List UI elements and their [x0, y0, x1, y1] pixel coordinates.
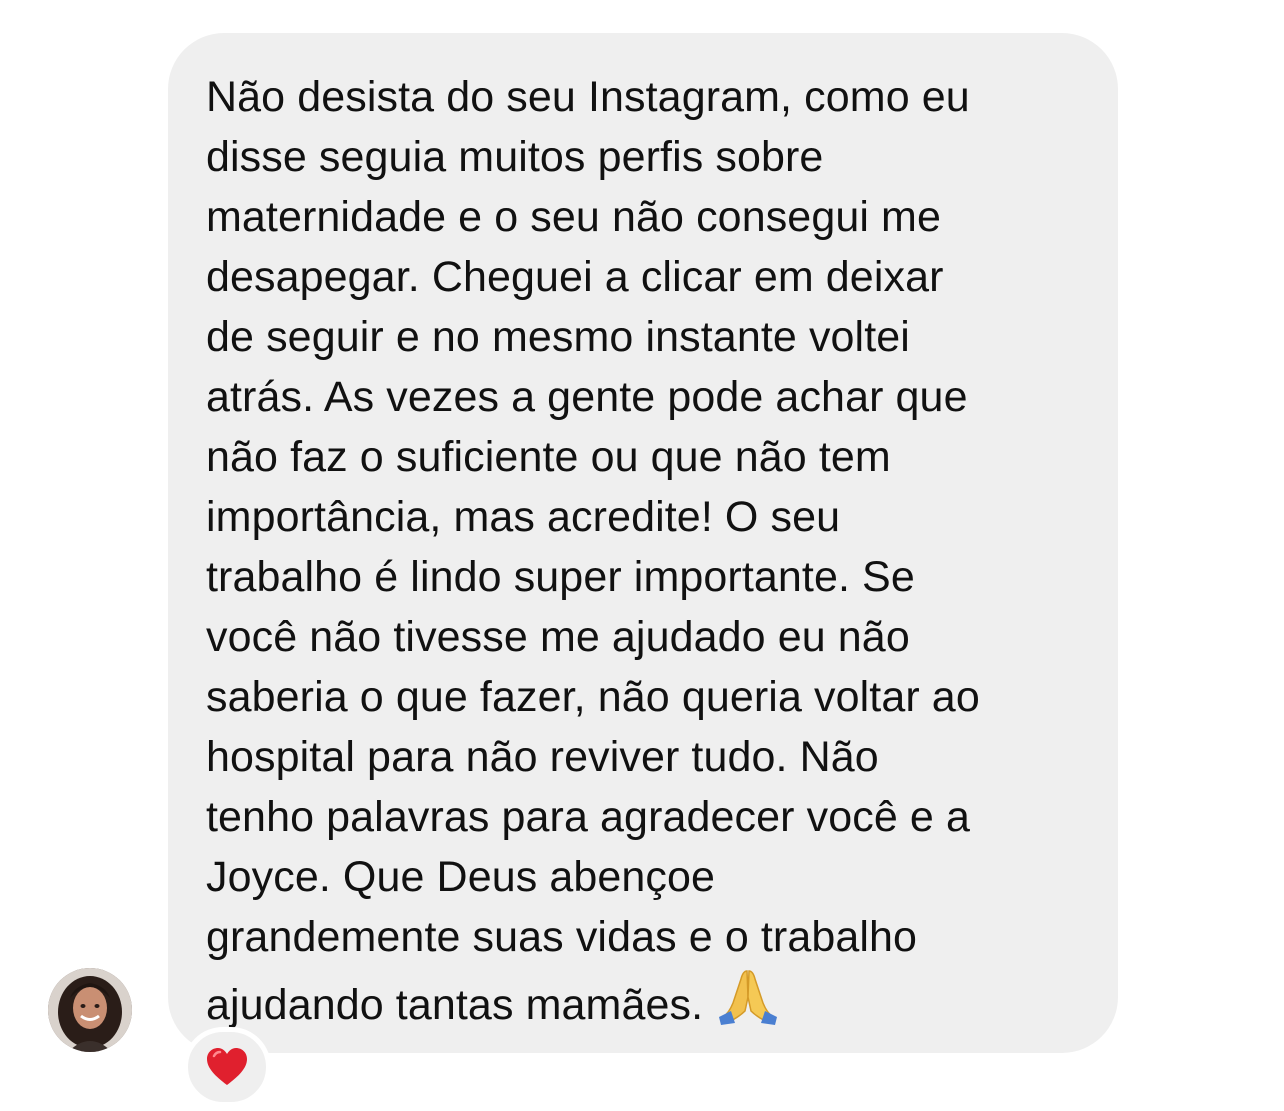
message-line: importância, mas acredite! O seu	[206, 493, 841, 541]
message-line: Joyce. Que Deus abençoe	[206, 853, 716, 901]
message-line: não faz o suficiente ou que não tem	[206, 433, 891, 481]
message-line: maternidade e o seu não consegui me	[206, 193, 941, 241]
message-line: você não tivesse me ajudado eu não	[206, 613, 910, 661]
message-line: saberia o que fazer, não queria voltar a…	[206, 673, 980, 721]
message-line-last: ajudando tantas mamães.	[206, 967, 1082, 1041]
message-line: grandemente suas vidas e o trabalho	[206, 913, 918, 961]
message-line: hospital para não reviver tudo. Não	[206, 733, 879, 781]
avatar-photo	[48, 968, 132, 1052]
message-line: desapegar. Cheguei a clicar em deixar	[206, 253, 944, 301]
message-line-text: ajudando tantas mamães.	[206, 981, 704, 1029]
sender-avatar[interactable]	[48, 968, 132, 1052]
message-line: disse seguia muitos perfis sobre	[206, 133, 824, 181]
message-line: trabalho é lindo super importante. Se	[206, 553, 915, 601]
message-line: tenho palavras para agradecer você e a	[206, 793, 970, 841]
message-line: Não desista do seu Instagram, como eu	[206, 73, 970, 121]
message-line: de seguir e no mesmo instante voltei	[206, 313, 910, 361]
reaction-badge[interactable]	[183, 1027, 271, 1107]
folded-hands-icon	[717, 967, 779, 1041]
message-line: atrás. As vezes a gente pode achar que	[206, 373, 968, 421]
message-bubble[interactable]: Não desista do seu Instagram, como eu di…	[168, 33, 1118, 1053]
red-heart-icon	[207, 1048, 247, 1085]
